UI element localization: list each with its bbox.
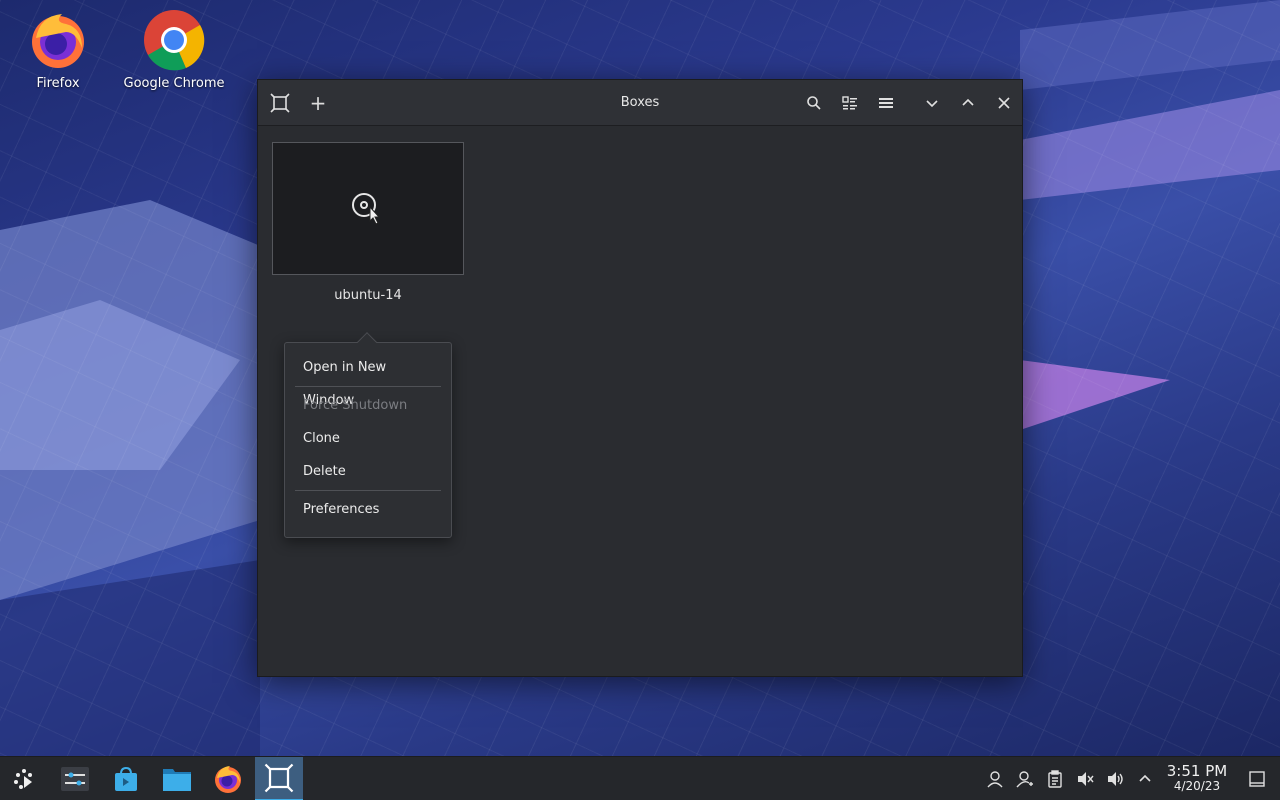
desktop-icon-firefox[interactable]: Firefox bbox=[3, 8, 113, 91]
menu-item-delete[interactable]: Delete bbox=[295, 455, 441, 488]
digital-clock[interactable]: 3:51 PM 4/20/23 bbox=[1160, 762, 1234, 794]
menu-item-open-new-window[interactable]: Open in New Window bbox=[295, 351, 441, 408]
minimize-button[interactable] bbox=[914, 85, 950, 121]
firefox-icon bbox=[26, 8, 90, 72]
launcher-icon bbox=[14, 768, 32, 789]
settings-sliders-icon bbox=[61, 766, 89, 791]
file-manager-task[interactable] bbox=[153, 757, 201, 800]
discover-task[interactable] bbox=[102, 757, 150, 800]
volume-tray-button[interactable] bbox=[1100, 757, 1130, 800]
main-menu-button[interactable] bbox=[868, 85, 904, 121]
boxes-task[interactable] bbox=[255, 756, 303, 800]
tray-expander-button[interactable] bbox=[1130, 757, 1160, 800]
firefox-icon bbox=[215, 765, 241, 793]
chrome-icon bbox=[142, 8, 206, 72]
show-desktop-button[interactable] bbox=[1234, 757, 1280, 800]
desktop-icon-label: Google Chrome bbox=[123, 76, 225, 91]
vm-context-menu: Open in New Window Force Shutdown Clone … bbox=[284, 332, 452, 538]
plus-icon: + bbox=[309, 90, 327, 115]
desktop-icon-chrome[interactable]: Google Chrome bbox=[119, 8, 229, 91]
new-box-button[interactable]: + bbox=[300, 85, 336, 121]
boxes-icon[interactable] bbox=[262, 85, 298, 121]
hamburger-icon bbox=[879, 97, 893, 108]
boxes-window: + Boxes ubuntu-14 Open in New Window For… bbox=[257, 79, 1023, 677]
clipboard-tray-button[interactable] bbox=[1040, 757, 1070, 800]
view-toggle-icon bbox=[842, 95, 857, 109]
search-button[interactable] bbox=[796, 85, 832, 121]
folder-icon bbox=[163, 768, 191, 791]
close-button[interactable] bbox=[986, 85, 1022, 121]
show-desktop-icon bbox=[1249, 770, 1265, 787]
network-tray-button[interactable] bbox=[1010, 757, 1040, 800]
clock-date: 4/20/23 bbox=[1173, 779, 1221, 794]
user-switch-icon bbox=[1016, 770, 1033, 787]
taskbar: 3:51 PM 4/20/23 bbox=[0, 756, 1280, 800]
mute-tray-button[interactable] bbox=[1070, 757, 1100, 800]
user-tray-button[interactable] bbox=[980, 757, 1010, 800]
menu-separator bbox=[295, 490, 441, 491]
close-icon bbox=[998, 96, 1010, 109]
system-tray: 3:51 PM 4/20/23 bbox=[980, 757, 1280, 800]
boxes-icon bbox=[264, 763, 294, 792]
firefox-task[interactable] bbox=[204, 757, 252, 800]
chevron-down-icon bbox=[926, 99, 938, 107]
speaker-muted-icon bbox=[1078, 771, 1094, 786]
chevron-up-icon bbox=[962, 98, 974, 106]
application-launcher-button[interactable] bbox=[0, 757, 48, 800]
clock-time: 3:51 PM bbox=[1166, 762, 1228, 781]
disc-icon bbox=[352, 192, 381, 225]
view-toggle-button[interactable] bbox=[832, 85, 868, 121]
system-settings-task[interactable] bbox=[51, 757, 99, 800]
menu-item-force-shutdown: Force Shutdown bbox=[303, 398, 408, 413]
clipboard-icon bbox=[1048, 769, 1062, 788]
search-icon bbox=[807, 95, 821, 110]
vm-name-label[interactable]: ubuntu-14 bbox=[272, 288, 464, 303]
menu-item-clone[interactable]: Clone bbox=[295, 422, 441, 455]
shopping-bag-icon bbox=[115, 766, 137, 791]
vm-thumbnail[interactable] bbox=[272, 142, 464, 275]
menu-item-preferences[interactable]: Preferences bbox=[295, 493, 441, 526]
desktop-icon-label: Firefox bbox=[36, 76, 80, 91]
chevron-up-icon bbox=[1139, 774, 1151, 782]
window-titlebar[interactable]: + Boxes bbox=[258, 80, 1022, 126]
speaker-icon bbox=[1108, 771, 1123, 786]
maximize-button[interactable] bbox=[950, 85, 986, 121]
user-icon bbox=[987, 770, 1003, 787]
popover-arrow bbox=[357, 332, 377, 352]
